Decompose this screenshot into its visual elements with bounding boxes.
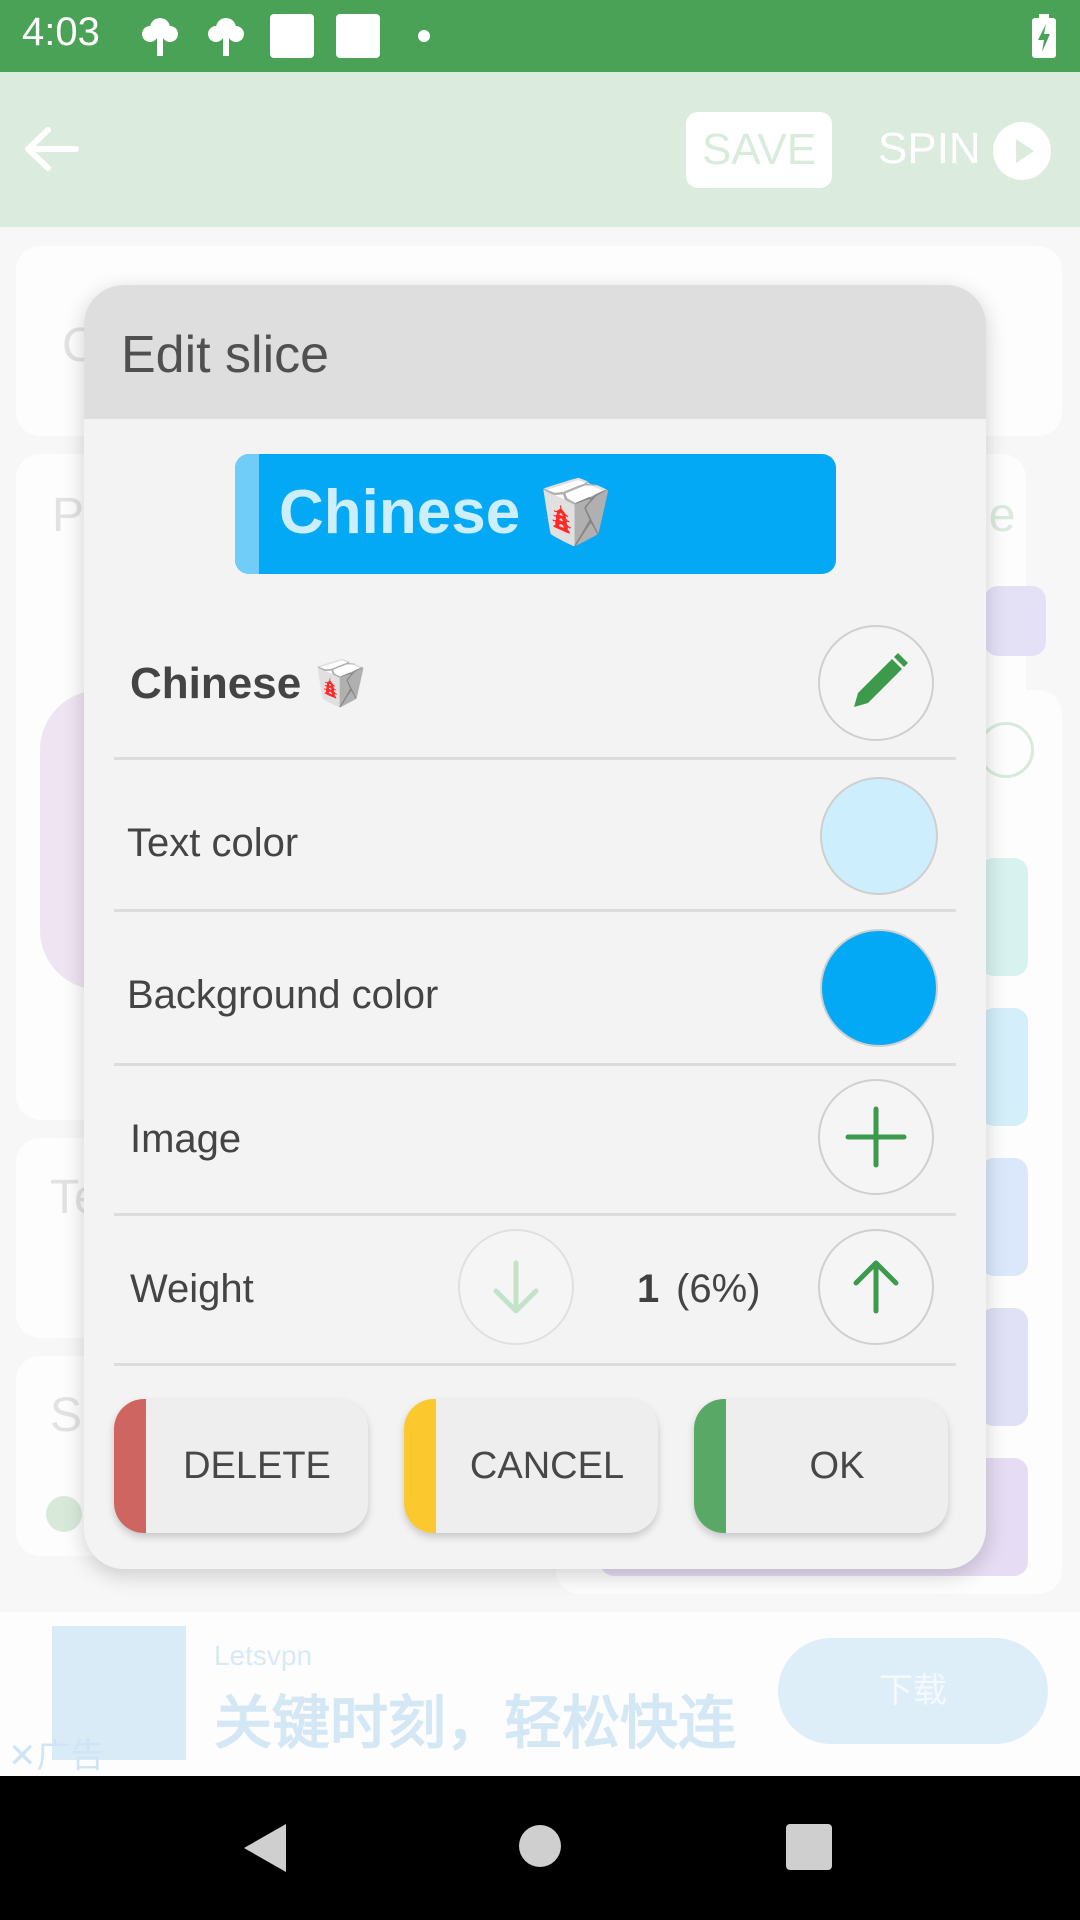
back-arrow-icon[interactable]	[22, 124, 82, 174]
cancel-label: CANCEL	[469, 1445, 625, 1487]
edit-slice-dialog: Edit slice Chinese 🥡 Chinese 🥡 Text colo…	[84, 285, 986, 1569]
play-icon[interactable]	[993, 122, 1051, 180]
background-slice-item	[980, 858, 1028, 976]
background-slice-item	[980, 1158, 1028, 1276]
arrow-up-icon	[820, 1231, 932, 1343]
background-color-label: Background color	[127, 973, 439, 1017]
increase-weight-button[interactable]	[818, 1229, 934, 1345]
ad-banner[interactable]: Letsvpn 关键时刻，轻松快连 下载 ✕广告	[0, 1612, 1080, 1776]
weight-percent: (6%)	[676, 1267, 761, 1311]
background-card-letter: S	[50, 1389, 83, 1442]
delete-label: DELETE	[183, 1445, 331, 1487]
nav-back-icon[interactable]	[240, 1822, 290, 1874]
arrow-down-icon	[460, 1231, 572, 1343]
delete-button[interactable]: DELETE	[114, 1399, 368, 1533]
square-icon	[336, 14, 380, 58]
background-dot	[46, 1496, 82, 1532]
background-slice-item	[980, 1308, 1028, 1426]
ok-accent	[694, 1399, 726, 1533]
weight-label: Weight	[130, 1267, 254, 1311]
divider	[114, 1363, 956, 1366]
background-chevron-button	[984, 586, 1046, 656]
ad-download-button[interactable]: 下载	[778, 1638, 1048, 1744]
ok-label: OK	[809, 1445, 865, 1487]
preview-text: Chinese 🥡	[279, 478, 615, 547]
ad-slogan: 关键时刻，轻松快连	[214, 1691, 737, 1756]
navigation-bar	[0, 1776, 1080, 1920]
delete-accent	[114, 1399, 146, 1533]
ad-close-tag[interactable]: ✕广告	[8, 1728, 105, 1777]
close-icon[interactable]: ✕	[8, 1737, 37, 1775]
dialog-header: Edit slice	[84, 285, 986, 419]
add-image-button[interactable]	[818, 1079, 934, 1195]
nav-recents-icon[interactable]	[786, 1824, 832, 1870]
ad-brand: Letsvpn	[214, 1640, 313, 1671]
weight-value: 1	[637, 1267, 660, 1311]
plus-icon	[820, 1081, 932, 1193]
background-add-icon	[978, 722, 1034, 778]
ok-button[interactable]: OK	[694, 1399, 948, 1533]
nav-home-icon[interactable]	[518, 1824, 562, 1868]
background-color-swatch[interactable]	[820, 929, 938, 1047]
save-button[interactable]: SAVE	[686, 112, 832, 188]
dialog-title: Edit slice	[121, 326, 330, 384]
divider	[114, 1063, 956, 1066]
slice-preview: Chinese 🥡	[235, 454, 836, 574]
battery-charging-icon	[1032, 14, 1056, 58]
background-card-letter: P	[52, 489, 85, 542]
pencil-icon	[820, 627, 932, 739]
edit-name-button[interactable]	[818, 625, 934, 741]
slice-name: Chinese 🥡	[130, 659, 369, 708]
app-bar: SAVE SPIN	[0, 72, 1080, 227]
divider	[114, 757, 956, 760]
cancel-accent	[404, 1399, 436, 1533]
text-color-label: Text color	[127, 821, 299, 865]
status-time: 4:03	[22, 10, 100, 54]
cancel-button[interactable]: CANCEL	[404, 1399, 658, 1533]
text-color-swatch[interactable]	[820, 777, 938, 895]
ad-tag-label: 广告	[36, 1737, 105, 1775]
notification-icon	[206, 14, 246, 58]
preview-accent-strip	[235, 454, 259, 574]
image-label: Image	[130, 1117, 242, 1161]
status-bar: 4:03	[0, 0, 1080, 72]
square-icon	[270, 14, 314, 58]
dot-icon	[418, 30, 430, 42]
decrease-weight-button[interactable]	[458, 1229, 574, 1345]
divider	[114, 1213, 956, 1216]
notification-icon	[140, 14, 180, 58]
background-slice-item	[980, 1008, 1028, 1126]
divider	[114, 909, 956, 912]
spin-label[interactable]: SPIN	[878, 124, 981, 174]
